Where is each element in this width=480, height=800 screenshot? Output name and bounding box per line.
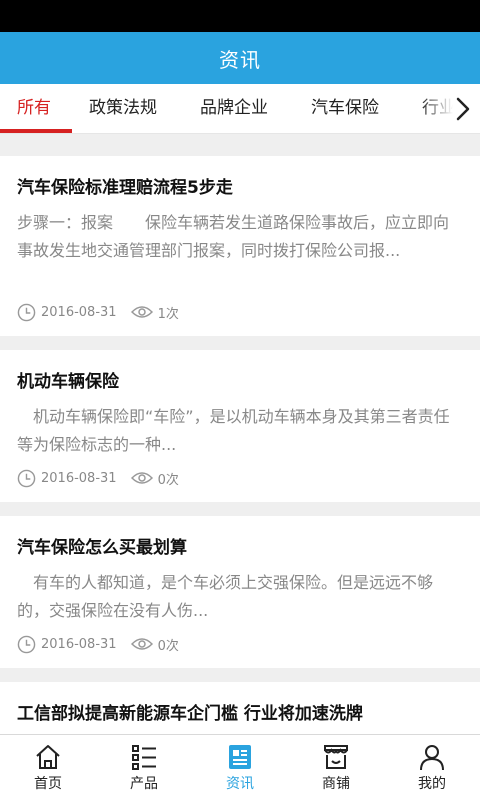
nav-products[interactable]: 产品 (96, 735, 192, 800)
clock-icon (17, 303, 36, 321)
article-title: 汽车保险怎么买最划算 (17, 538, 187, 558)
user-icon (420, 745, 444, 771)
app-screen: 资讯 所有 政策法规 品牌企业 汽车保险 行业 汽车保险标准理赔流程5步走 步骤… (0, 0, 480, 800)
nav-mine[interactable]: 我的 (384, 735, 480, 800)
article-meta: 2016-08-31 0次 (17, 468, 179, 488)
article-title: 汽车保险标准理赔流程5步走 (17, 178, 233, 198)
eye-icon (130, 472, 153, 484)
product-list-icon (132, 745, 156, 770)
nav-news-label: 资讯 (226, 776, 254, 792)
nav-news[interactable]: 资讯 (192, 735, 288, 800)
article-views: 0次 (157, 472, 179, 488)
tab-divider (0, 133, 480, 134)
nav-shop[interactable]: 商铺 (288, 735, 384, 800)
nav-shop-label: 商铺 (322, 776, 350, 792)
nav-mine-label: 我的 (418, 776, 446, 792)
news-icon (229, 745, 251, 769)
tab-policy[interactable]: 政策法规 (89, 84, 157, 134)
title-bar: 资讯 (0, 32, 480, 84)
tab-car-insurance[interactable]: 汽车保险 (311, 84, 379, 134)
nav-products-label: 产品 (130, 776, 158, 792)
chevron-right-icon[interactable] (450, 94, 474, 124)
clock-icon (17, 635, 36, 653)
eye-icon (130, 306, 153, 318)
article-views: 0次 (157, 638, 179, 654)
bottom-nav: 首页 产品 资讯 商铺 我的 (0, 734, 480, 800)
article-date: 2016-08-31 (41, 304, 117, 320)
article-views: 1次 (157, 306, 179, 322)
category-tabs: 所有 政策法规 品牌企业 汽车保险 行业 (0, 84, 480, 134)
eye-icon (130, 638, 153, 650)
article-summary: 有车的人都知道，是个车必须上交强保险。但是远远不够的，交强保险在没有人伤... (17, 573, 434, 620)
article-meta: 2016-08-31 1次 (17, 302, 179, 322)
home-icon (36, 745, 60, 769)
article-card[interactable]: 汽车保险标准理赔流程5步走 步骤一：报案 保险车辆若发生道路保险事故后，应立即向… (0, 156, 480, 336)
clock-icon (17, 469, 36, 487)
status-bar (0, 0, 480, 32)
nav-home-label: 首页 (34, 776, 62, 792)
article-date: 2016-08-31 (41, 636, 117, 652)
article-card[interactable]: 汽车保险怎么买最划算 有车的人都知道，是个车必须上交强保险。但是远远不够的，交强… (0, 516, 480, 668)
article-title: 机动车辆保险 (17, 372, 119, 392)
article-summary: 步骤一：报案 保险车辆若发生道路保险事故后，应立即向事故发生地交通管理部门报案，… (17, 213, 450, 260)
article-card[interactable]: 工信部拟提高新能源车企门槛 行业将加速洗牌 (0, 682, 480, 742)
page-title: 资讯 (219, 47, 261, 72)
article-title: 工信部拟提高新能源车企门槛 行业将加速洗牌 (17, 704, 363, 724)
article-meta: 2016-08-31 0次 (17, 634, 179, 654)
nav-home[interactable]: 首页 (0, 735, 96, 800)
article-summary: 机动车辆保险即“车险”，是以机动车辆本身及其第三者责任等为保险标志的一种... (17, 407, 450, 454)
article-date: 2016-08-31 (41, 470, 117, 486)
shop-icon (324, 745, 348, 769)
tab-brand[interactable]: 品牌企业 (200, 84, 268, 134)
tab-all[interactable]: 所有 (17, 84, 51, 134)
article-card[interactable]: 机动车辆保险 机动车辆保险即“车险”，是以机动车辆本身及其第三者责任等为保险标志… (0, 350, 480, 502)
